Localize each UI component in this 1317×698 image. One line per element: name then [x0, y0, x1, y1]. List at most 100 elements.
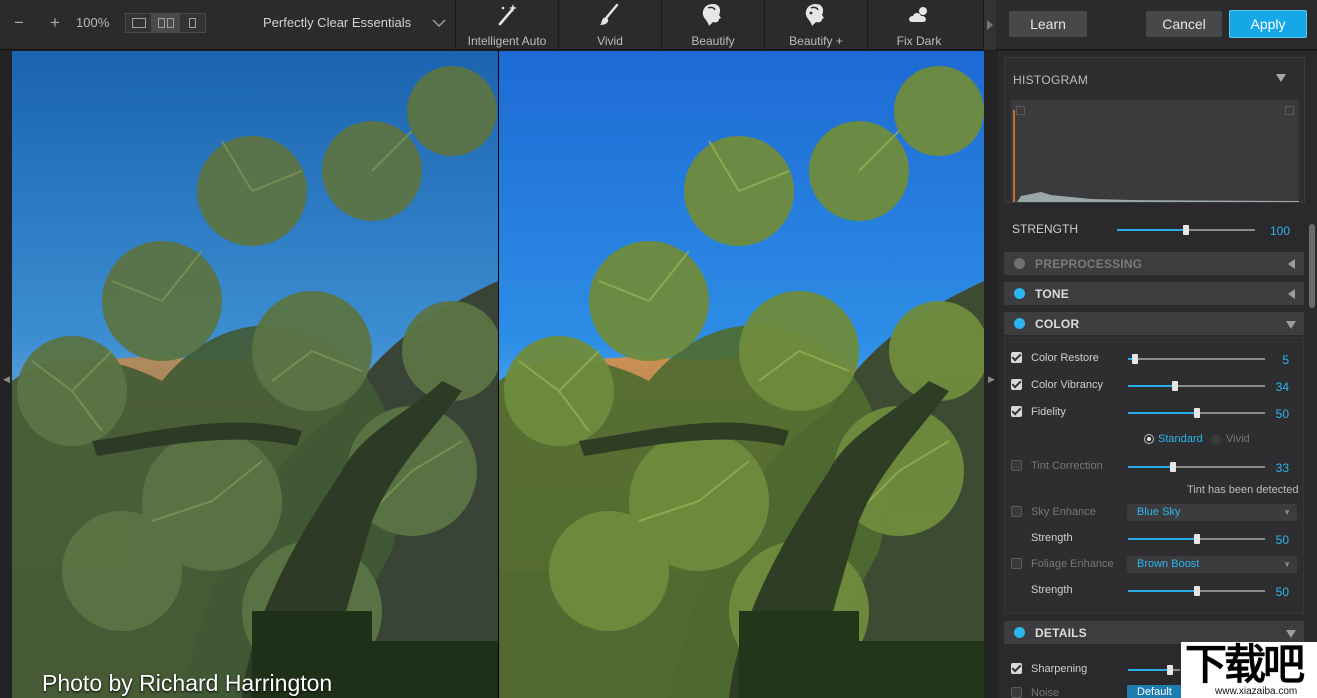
histogram-title: HISTOGRAM	[1013, 73, 1089, 87]
section-preprocessing[interactable]: PREPROCESSING	[1004, 252, 1304, 275]
preset-beautify[interactable]: Beautify	[661, 0, 764, 50]
photo-before-canvas	[12, 51, 498, 698]
side-by-side-view-button[interactable]	[152, 13, 179, 33]
preset-strip-scroll-right[interactable]	[983, 0, 996, 50]
section-tone[interactable]: TONE	[1004, 282, 1304, 305]
section-toggle-dot[interactable]	[1014, 318, 1025, 329]
tint-correction-label: Tint Correction	[1031, 460, 1103, 472]
slider-fill	[1128, 412, 1197, 414]
before-image[interactable]	[12, 51, 498, 698]
collapse-arrow-icon[interactable]	[1286, 630, 1296, 638]
single-view-button[interactable]	[125, 13, 152, 33]
fidelity-standard-radio[interactable]	[1144, 434, 1154, 444]
tint-correction-slider[interactable]	[1128, 462, 1265, 472]
section-title: DETAILS	[1035, 625, 1087, 640]
strength-slider[interactable]	[1117, 225, 1255, 235]
zoom-in-button[interactable]: +	[44, 10, 66, 36]
sharpening-label: Sharpening	[1031, 663, 1088, 675]
panel-scrollbar[interactable]	[1309, 224, 1315, 308]
color-restore-value: 5	[1282, 353, 1289, 367]
chevron-down-icon: ▼	[1283, 560, 1291, 569]
tint-correction-value: 33	[1275, 461, 1289, 475]
slider-knob[interactable]	[1170, 462, 1177, 472]
preset-intelligent-auto[interactable]: Intelligent Auto	[455, 0, 558, 50]
sky-strength-slider[interactable]	[1128, 534, 1265, 544]
preset-beautify-plus[interactable]: Beautify +	[764, 0, 867, 50]
sky-strength-value: 50	[1275, 533, 1289, 547]
color-restore-slider[interactable]	[1128, 354, 1265, 364]
expand-arrow-icon[interactable]	[1288, 259, 1295, 269]
chevron-right-icon: ▶	[988, 374, 995, 384]
apply-button[interactable]: Apply	[1229, 10, 1307, 38]
color-vibrancy-label: Color Vibrancy	[1031, 379, 1103, 391]
preset-fix-dark[interactable]: Fix Dark	[867, 0, 970, 50]
slider-fill	[1128, 590, 1197, 592]
adjustment-panel: HISTOGRAM STRENGTH 100 PREPROCESSING TON…	[998, 51, 1317, 698]
slider-fill	[1128, 538, 1197, 540]
slider-knob[interactable]	[1171, 381, 1178, 391]
right-panel-toggle[interactable]: ▶	[984, 51, 998, 698]
preset-vivid[interactable]: Vivid	[558, 0, 661, 50]
fidelity-vivid-radio[interactable]	[1211, 434, 1221, 444]
cloud-sun-icon	[909, 7, 927, 22]
color-restore-checkbox[interactable]	[1011, 352, 1022, 363]
slider-knob[interactable]	[1167, 665, 1173, 675]
brush-icon	[600, 3, 619, 25]
zoom-out-button[interactable]: −	[8, 10, 30, 36]
color-vibrancy-slider[interactable]	[1128, 381, 1265, 391]
preset-group-name[interactable]: Perfectly Clear Essentials	[263, 15, 411, 30]
left-panel-toggle[interactable]: ◀	[0, 51, 12, 698]
section-title: COLOR	[1035, 316, 1080, 331]
noise-checkbox[interactable]	[1011, 687, 1022, 698]
slider-knob[interactable]	[1131, 354, 1138, 364]
collapse-triangle-icon[interactable]	[1276, 74, 1286, 82]
expand-arrow-icon[interactable]	[1288, 289, 1295, 299]
face-profile-icon	[702, 4, 721, 26]
section-toggle-dot[interactable]	[1014, 288, 1025, 299]
section-color[interactable]: COLOR	[1004, 312, 1304, 335]
dropdown-value: Brown Boost	[1137, 558, 1200, 570]
foliage-enhance-dropdown[interactable]: Brown Boost ▼	[1127, 556, 1297, 573]
slider-knob[interactable]	[1193, 408, 1200, 418]
fidelity-vivid-label: Vivid	[1226, 433, 1250, 445]
zoom-level[interactable]: 100%	[76, 15, 109, 30]
slider-knob[interactable]	[1183, 225, 1189, 235]
sky-enhance-label: Sky Enhance	[1031, 506, 1096, 518]
sky-enhance-checkbox[interactable]	[1011, 506, 1022, 517]
preset-label: Fix Dark	[896, 34, 942, 48]
split-view-button[interactable]	[179, 13, 206, 33]
after-image[interactable]	[499, 51, 984, 698]
split-left-icon	[157, 18, 165, 28]
foliage-strength-slider[interactable]	[1128, 586, 1265, 596]
cancel-button[interactable]: Cancel	[1146, 11, 1222, 37]
section-toggle-dot[interactable]	[1014, 258, 1025, 269]
color-vibrancy-checkbox[interactable]	[1011, 379, 1022, 390]
section-toggle-dot[interactable]	[1014, 627, 1025, 638]
fidelity-slider[interactable]	[1128, 408, 1265, 418]
tint-correction-checkbox[interactable]	[1011, 460, 1022, 471]
chevron-down-icon[interactable]	[432, 18, 446, 28]
foliage-enhance-checkbox[interactable]	[1011, 558, 1022, 569]
learn-button[interactable]: Learn	[1009, 11, 1087, 37]
color-restore-label: Color Restore	[1031, 352, 1099, 364]
dropdown-value: Blue Sky	[1137, 506, 1181, 518]
collapse-arrow-icon[interactable]	[1286, 321, 1296, 329]
preset-label: Beautify +	[789, 34, 843, 48]
foliage-strength-value: 50	[1275, 585, 1289, 599]
sky-enhance-dropdown[interactable]: Blue Sky ▼	[1127, 504, 1297, 521]
chevron-left-icon: ◀	[3, 374, 10, 384]
noise-dropdown[interactable]: Default	[1127, 685, 1185, 698]
histogram-graph	[1013, 110, 1299, 202]
slider-fill	[1117, 229, 1186, 231]
fidelity-checkbox[interactable]	[1011, 406, 1022, 417]
sharpening-slider[interactable]	[1128, 665, 1180, 675]
fidelity-label: Fidelity	[1031, 406, 1066, 418]
photo-after-canvas	[499, 51, 984, 698]
section-title: PREPROCESSING	[1035, 256, 1143, 271]
slider-knob[interactable]	[1193, 534, 1200, 544]
slider-knob[interactable]	[1193, 586, 1200, 596]
split-right-icon	[166, 18, 174, 28]
sharpening-checkbox[interactable]	[1011, 663, 1022, 674]
strength-value: 100	[1269, 224, 1290, 238]
watermark-site: www.xiazaiba.com	[1215, 686, 1298, 697]
